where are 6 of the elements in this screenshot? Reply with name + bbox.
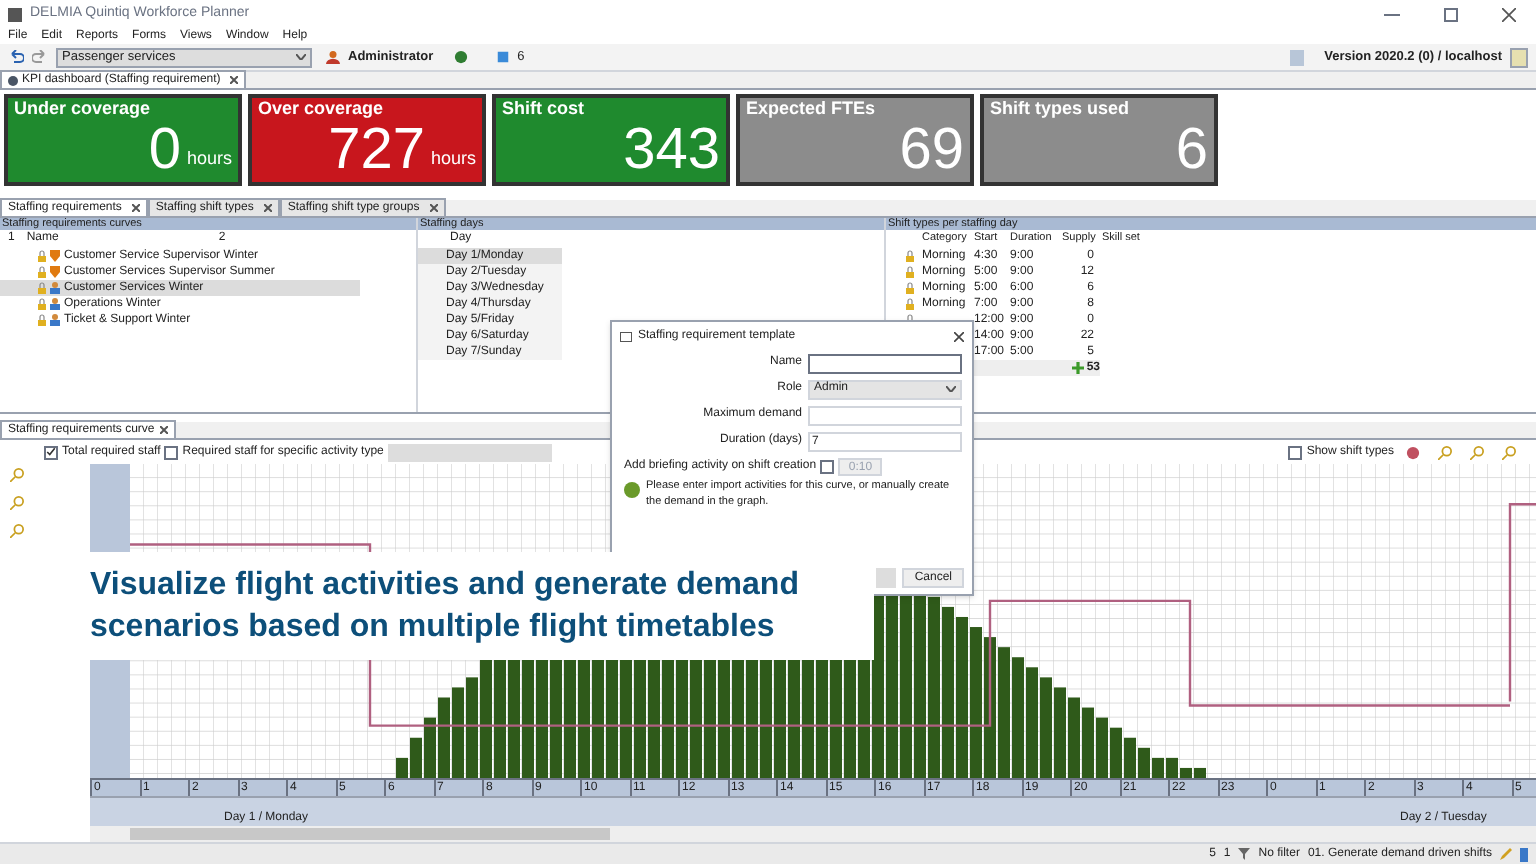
caption-text: Visualize flight activities and generate demand scenarios based on multiple flight timetables: [90, 566, 801, 648]
kpi-tile: Under coverage 0 hours: [4, 94, 242, 186]
kpi-tile: Expected FTEs 69: [736, 94, 974, 186]
kpi-tile: Shift types used 6: [980, 94, 1218, 186]
kpi-tile: Over coverage 727 hours: [248, 94, 486, 186]
kpi-tile: Shift cost 343: [492, 94, 730, 186]
